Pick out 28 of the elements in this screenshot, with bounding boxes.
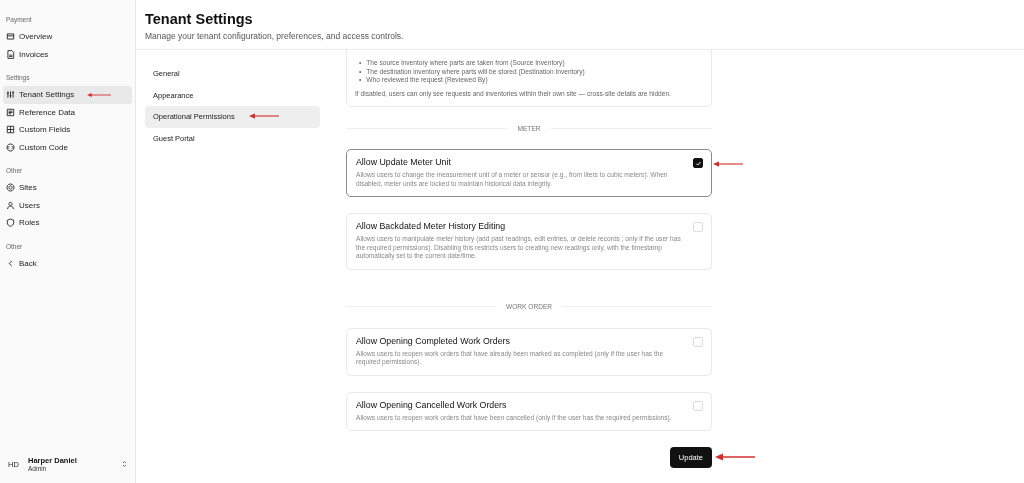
sidebar-item[interactable]: Users [3,196,132,214]
sidebar-item[interactable]: Reference Data [3,103,132,121]
setting-title: Allow Backdated Meter History Editing [356,221,507,231]
sidebar-item[interactable]: Tenant Settings [3,86,132,104]
list-icon [6,107,15,117]
sidebar-item[interactable]: Custom Fields [3,121,132,139]
sliders-icon [6,90,15,100]
chevron-left-icon [6,258,15,268]
chevron-up-down-icon [122,460,127,468]
card-icon [6,32,15,42]
sidebar-item[interactable]: Invoices [3,45,132,63]
shield-icon [6,218,15,228]
setting-title: Allow Opening Completed Work Orders [356,335,511,346]
sidebar-item[interactable]: Overview [3,28,132,46]
setting-title: Allow Update Meter Unit [356,157,452,167]
sidebar-item[interactable]: Roles [3,214,132,232]
grid-icon [6,125,15,135]
code-icon [6,142,15,152]
sidebar-item[interactable]: Custom Code [3,138,132,156]
page-title: Tenant Settings [145,11,254,27]
checkbox[interactable] [693,158,703,168]
location-icon [6,183,15,193]
sidebar-item[interactable]: Sites [3,179,132,197]
document-icon [6,49,15,59]
setting-title: Allow Opening Cancelled Work Orders [356,399,508,410]
user-icon [6,200,15,210]
page-subtitle: Manage your tenant configuration, preferences, and access controls. [145,31,405,41]
sidebar-item[interactable]: Back [3,254,132,272]
